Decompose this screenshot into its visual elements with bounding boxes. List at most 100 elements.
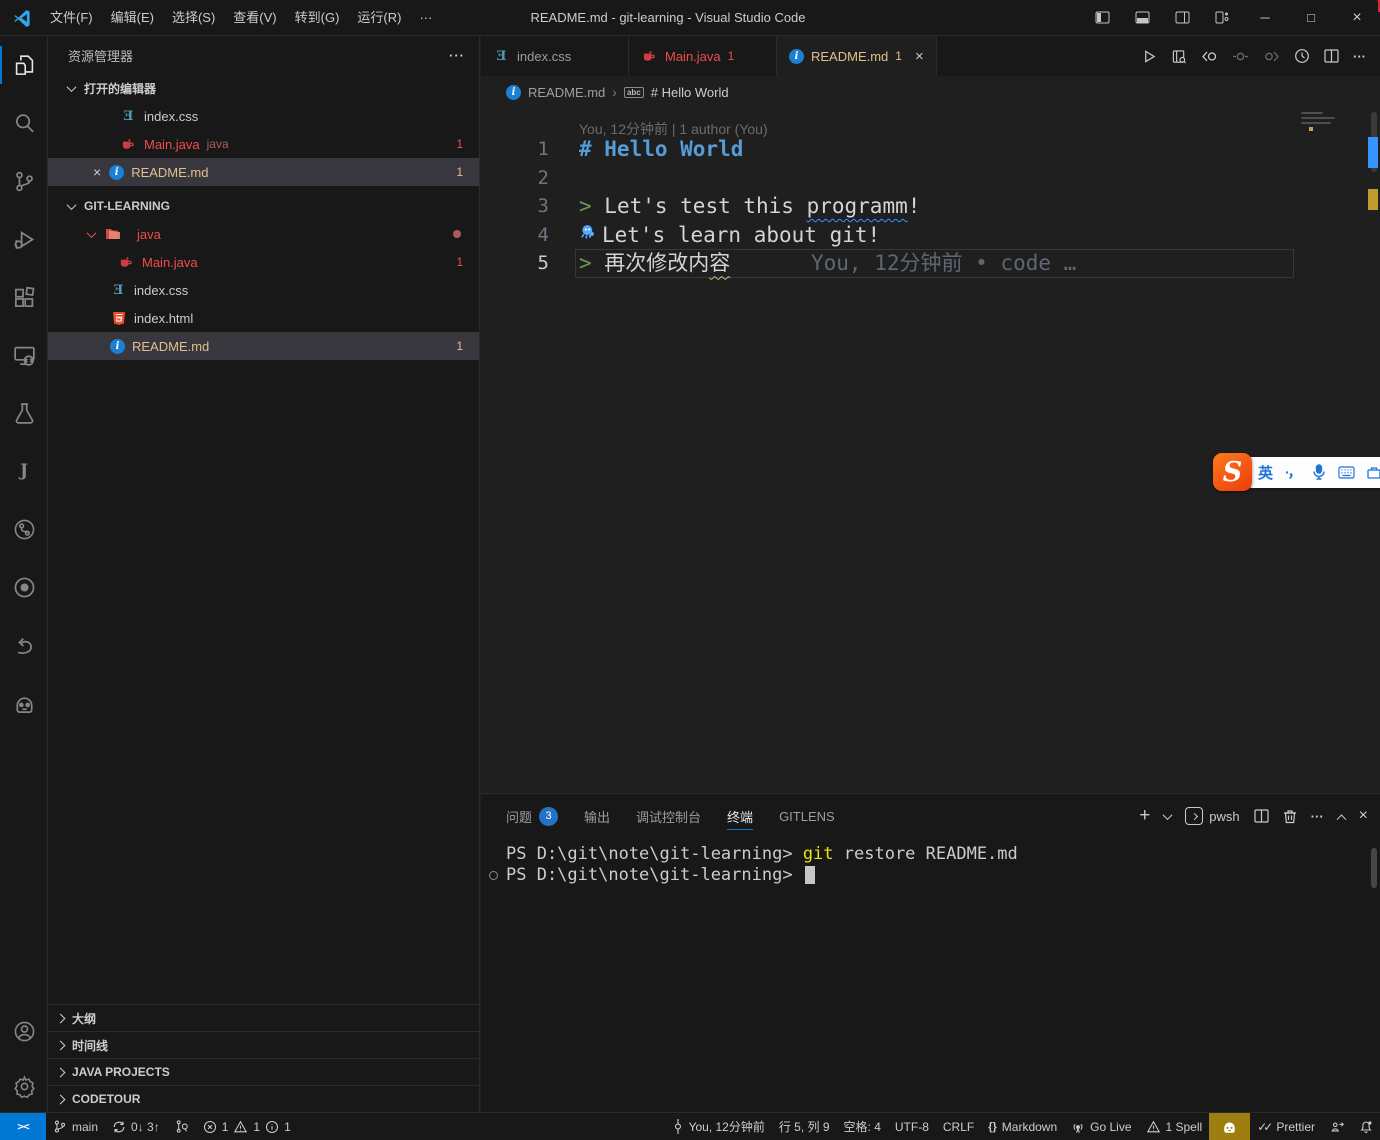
- editor-line-1[interactable]: 1 # Hello World: [481, 135, 1380, 164]
- blame-status[interactable]: You, 12分钟前: [665, 1113, 772, 1140]
- maximize-button[interactable]: □: [1288, 0, 1334, 35]
- tree-item-main-java[interactable]: Main.java 1: [48, 248, 479, 276]
- ime-punctuation-toggle[interactable]: ·，: [1285, 462, 1300, 482]
- terminal[interactable]: PS D:\git\note\git-learning> git restore…: [481, 844, 1380, 1112]
- breadcrumb-file[interactable]: README.md: [528, 85, 605, 100]
- toggle-sidebar-icon[interactable]: [1082, 0, 1122, 35]
- language-mode[interactable]: {} Markdown: [981, 1113, 1064, 1140]
- markdown-preview-icon[interactable]: [1171, 49, 1187, 64]
- split-editor-icon[interactable]: [1324, 49, 1339, 63]
- eol-sequence[interactable]: CRLF: [936, 1113, 981, 1140]
- menu-more[interactable]: ···: [410, 5, 441, 31]
- open-editor-readme-md[interactable]: × i README.md 1: [48, 158, 479, 186]
- undo-arrow-extension-icon[interactable]: [0, 616, 48, 674]
- toggle-panel-icon[interactable]: [1122, 0, 1162, 35]
- menu-goto[interactable]: 转到(G): [286, 5, 349, 31]
- close-panel-icon[interactable]: ×: [1359, 807, 1368, 825]
- gitlens-icon[interactable]: [0, 500, 48, 558]
- codetour-section[interactable]: CODETOUR: [48, 1085, 479, 1112]
- minimize-button[interactable]: ─: [1242, 0, 1288, 35]
- terminal-dropdown-icon[interactable]: [1163, 810, 1173, 820]
- codetour-marker-icon[interactable]: [579, 223, 598, 242]
- more-actions-icon[interactable]: ···: [1353, 49, 1366, 64]
- editor-line-5-current[interactable]: 5 > 再次修改内容 You, 12分钟前 • code …: [481, 249, 1380, 278]
- command-decoration-icon[interactable]: [489, 871, 498, 880]
- tab-problems[interactable]: 问题 3: [506, 794, 558, 838]
- terminal-scrollbar[interactable]: [1371, 848, 1377, 888]
- open-editor-main-java[interactable]: Main.java java 1: [48, 130, 479, 158]
- gitlens-file-history-icon[interactable]: [1294, 48, 1310, 64]
- tab-debug-console[interactable]: 调试控制台: [636, 794, 701, 838]
- ai-assistant-status[interactable]: [1209, 1113, 1250, 1140]
- java-projects-section[interactable]: JAVA PROJECTS: [48, 1058, 479, 1085]
- extensions-icon[interactable]: [0, 268, 48, 326]
- outline-section[interactable]: 大纲: [48, 1004, 479, 1031]
- open-editors-section-header[interactable]: 打开的编辑器: [48, 74, 479, 102]
- minimap[interactable]: [1301, 112, 1337, 131]
- tree-item-index-css[interactable]: Ǝ index.css: [48, 276, 479, 304]
- timeline-section[interactable]: 时间线: [48, 1031, 479, 1058]
- toggle-secondary-sidebar-icon[interactable]: [1162, 0, 1202, 35]
- notifications-bell-icon[interactable]: [1352, 1113, 1380, 1140]
- ime-keyboard-icon[interactable]: [1338, 466, 1355, 479]
- editor-line-4[interactable]: 4 Let's learn about git!: [481, 221, 1380, 250]
- sogou-logo-icon[interactable]: S: [1213, 453, 1252, 491]
- ime-microphone-icon[interactable]: [1312, 464, 1326, 480]
- gitlens-change-icon[interactable]: [1232, 49, 1249, 64]
- remote-indicator[interactable]: ><: [0, 1113, 46, 1140]
- settings-gear-icon[interactable]: [0, 1060, 48, 1112]
- spell-checker[interactable]: 1 Spell: [1139, 1113, 1210, 1140]
- codetour-icon[interactable]: [0, 558, 48, 616]
- kill-terminal-icon[interactable]: [1283, 809, 1297, 824]
- gitlens-next-change-icon[interactable]: [1263, 49, 1280, 64]
- terminal-profile-pwsh[interactable]: pwsh: [1185, 807, 1239, 825]
- sync-indicator[interactable]: 0↓ 3↑: [105, 1113, 167, 1140]
- tree-item-index-html[interactable]: index.html: [48, 304, 479, 332]
- breadcrumb-symbol[interactable]: # Hello World: [651, 85, 729, 100]
- close-editor-icon[interactable]: ×: [93, 164, 101, 180]
- tab-main-java[interactable]: Main.java 1: [629, 36, 777, 76]
- tree-item-readme-md[interactable]: i README.md 1: [48, 332, 479, 360]
- encoding[interactable]: UTF-8: [888, 1113, 936, 1140]
- problems-indicator[interactable]: 1 1 1: [196, 1113, 298, 1140]
- gitlens-prev-change-icon[interactable]: [1201, 49, 1218, 64]
- java-extension-icon[interactable]: J: [0, 442, 48, 500]
- maximize-panel-icon[interactable]: [1336, 814, 1346, 824]
- close-tab-icon[interactable]: ×: [915, 48, 924, 65]
- tab-index-css[interactable]: Ǝ index.css: [481, 36, 629, 76]
- run-file-icon[interactable]: [1142, 49, 1157, 64]
- tab-terminal[interactable]: 终端: [727, 794, 753, 838]
- new-terminal-icon[interactable]: +: [1139, 805, 1150, 827]
- go-live-button[interactable]: Go Live: [1064, 1113, 1138, 1140]
- split-terminal-icon[interactable]: [1254, 809, 1269, 823]
- editor-line-2[interactable]: 2: [481, 164, 1380, 193]
- customize-layout-icon[interactable]: [1202, 0, 1242, 35]
- explorer-icon[interactable]: [0, 36, 48, 94]
- menu-run[interactable]: 运行(R): [348, 5, 410, 31]
- explorer-more-actions-icon[interactable]: ···: [449, 48, 465, 63]
- testing-icon[interactable]: [0, 384, 48, 442]
- tab-gitlens[interactable]: GITLENS: [779, 794, 835, 838]
- feedback-icon[interactable]: [1322, 1113, 1352, 1140]
- menu-file[interactable]: 文件(F): [41, 5, 102, 31]
- indentation[interactable]: 空格: 4: [837, 1113, 888, 1140]
- menu-selection[interactable]: 选择(S): [163, 5, 224, 31]
- gitlens-status-icon[interactable]: [167, 1113, 196, 1140]
- ime-language-toggle[interactable]: 英: [1258, 462, 1273, 483]
- remote-explorer-icon[interactable]: [0, 326, 48, 384]
- prettier-status[interactable]: ✓✓ Prettier: [1250, 1113, 1322, 1140]
- tab-readme-md[interactable]: i README.md 1 ×: [777, 36, 937, 76]
- source-control-icon[interactable]: [0, 152, 48, 210]
- open-editor-index-css[interactable]: Ǝ index.css: [48, 102, 479, 130]
- folder-section-header[interactable]: GIT-LEARNING: [48, 192, 479, 220]
- branch-indicator[interactable]: main: [46, 1113, 105, 1140]
- accounts-icon[interactable]: [0, 1002, 48, 1060]
- ime-toolbox-icon[interactable]: [1367, 466, 1380, 479]
- run-debug-icon[interactable]: [0, 210, 48, 268]
- tree-folder-java[interactable]: java: [48, 220, 479, 248]
- editor-line-3[interactable]: 3 > Let's test this programm!: [481, 192, 1380, 221]
- ai-assistant-icon[interactable]: [0, 674, 48, 732]
- search-icon[interactable]: [0, 94, 48, 152]
- menu-view[interactable]: 查看(V): [224, 5, 285, 31]
- close-window-button[interactable]: ×: [1334, 0, 1380, 35]
